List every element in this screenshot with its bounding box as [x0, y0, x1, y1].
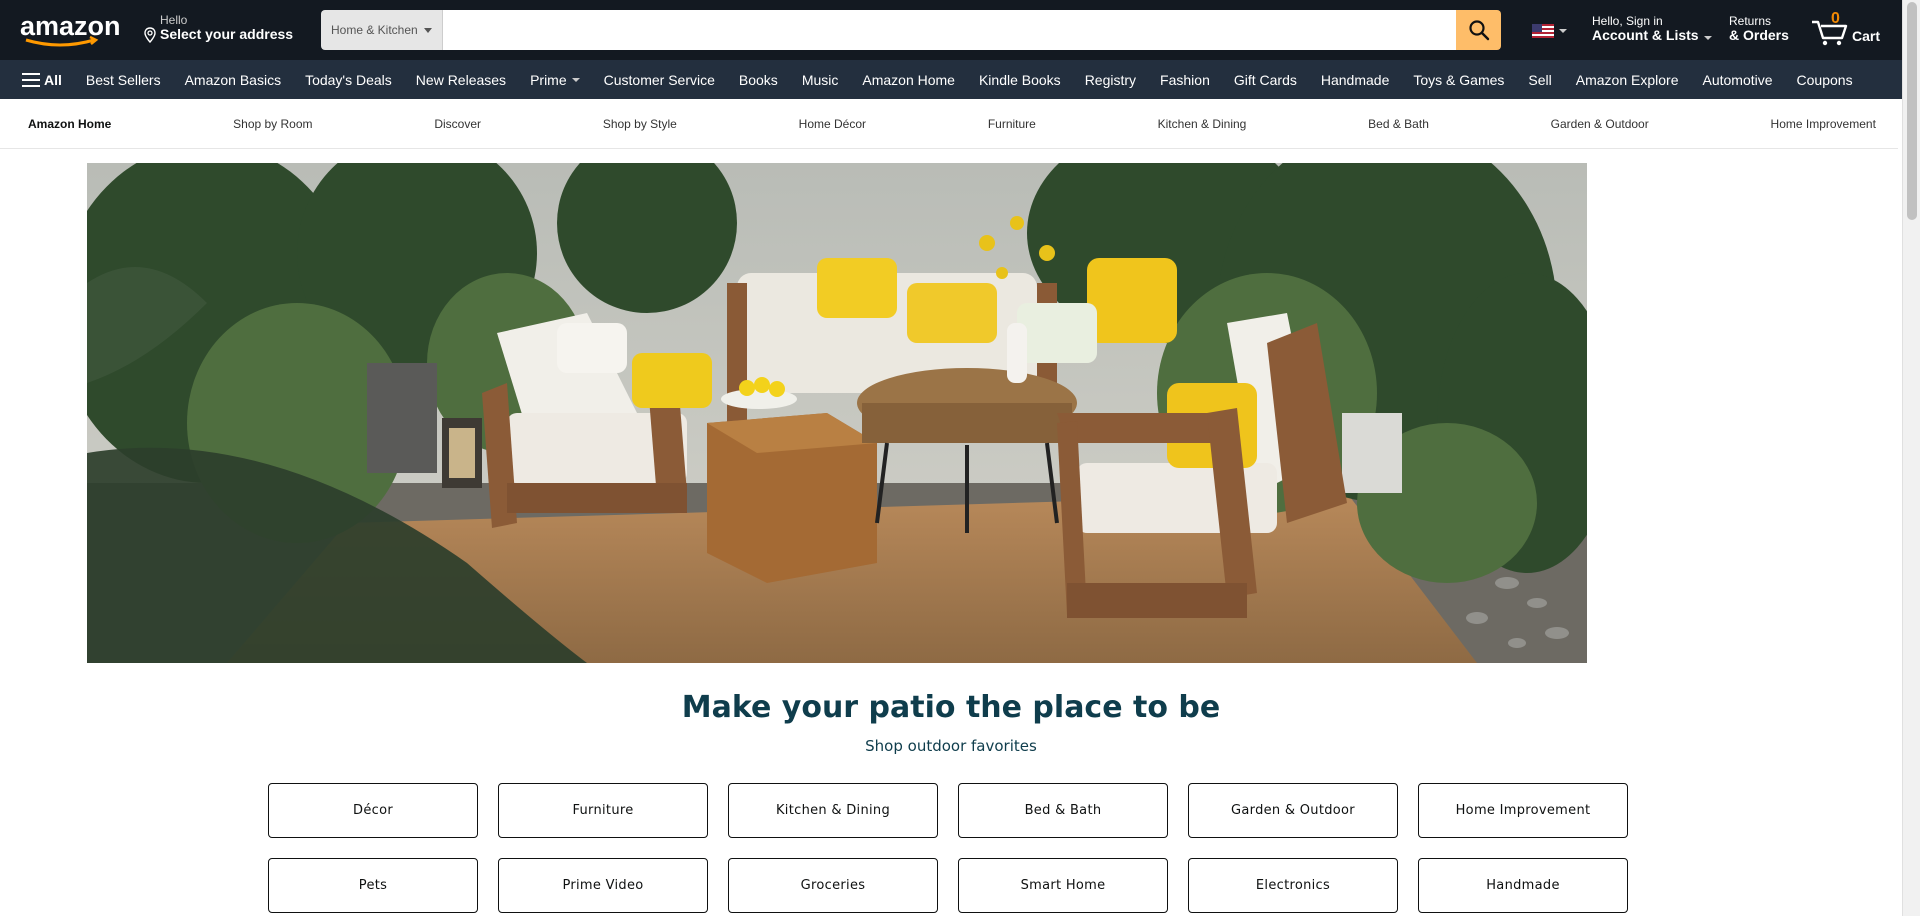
nav-item-gift-cards[interactable]: Gift Cards [1234, 72, 1297, 88]
nav-item-automotive[interactable]: Automotive [1702, 72, 1772, 88]
subnav-shop-by-style[interactable]: Shop by Style [603, 117, 677, 131]
subnav-kitchen-dining[interactable]: Kitchen & Dining [1158, 117, 1247, 131]
cart-count: 0 [1831, 10, 1840, 27]
nav-item-toys-games[interactable]: Toys & Games [1413, 72, 1504, 88]
subnav-home-decor[interactable]: Home Décor [799, 117, 866, 131]
page-scrollbar[interactable] [1902, 0, 1920, 916]
search-category-label: Home & Kitchen [331, 23, 418, 37]
nav-item-registry[interactable]: Registry [1085, 72, 1136, 88]
hamburger-menu-icon [22, 72, 40, 87]
deliver-to-address[interactable]: Hello Select your address [142, 13, 294, 44]
nav-item-amazon-explore[interactable]: Amazon Explore [1576, 72, 1679, 88]
nav-item-todays-deals[interactable]: Today's Deals [305, 72, 392, 88]
cart-button[interactable]: 0 Cart [1810, 10, 1880, 50]
hero-heading: Make your patio the place to be [681, 690, 1221, 725]
nav-item-fashion[interactable]: Fashion [1160, 72, 1210, 88]
subnav-furniture[interactable]: Furniture [988, 117, 1036, 131]
nav-item-kindle-books[interactable]: Kindle Books [979, 72, 1061, 88]
orders-label: & Orders [1729, 27, 1789, 44]
category-button-garden-outdoor[interactable]: Garden & Outdoor [1188, 783, 1398, 838]
all-menu-button[interactable]: All [22, 72, 62, 88]
category-button-grid: Décor Furniture Kitchen & Dining Bed & B… [268, 783, 1632, 913]
all-label: All [44, 71, 62, 88]
subnav-discover[interactable]: Discover [434, 117, 481, 131]
hero-patio-image[interactable] [87, 163, 1587, 663]
subnav-shop-by-room[interactable]: Shop by Room [233, 117, 312, 131]
search-input[interactable] [443, 10, 1456, 50]
nav-item-books[interactable]: Books [739, 72, 778, 88]
category-button-furniture[interactable]: Furniture [498, 783, 708, 838]
search-category-select[interactable]: Home & Kitchen [321, 10, 443, 50]
chevron-down-icon [1559, 29, 1567, 33]
amazon-home-page: amazon Hello Select your address Home & … [0, 0, 1920, 916]
category-button-handmade[interactable]: Handmade [1418, 858, 1628, 913]
deliver-hello-label: Hello [160, 13, 188, 27]
category-button-prime-video[interactable]: Prime Video [498, 858, 708, 913]
search-button[interactable] [1456, 10, 1501, 50]
category-button-smart-home[interactable]: Smart Home [958, 858, 1168, 913]
nav-item-prime-label: Prime [530, 71, 567, 88]
subnav-amazon-home[interactable]: Amazon Home [28, 117, 111, 131]
cart-label: Cart [1852, 28, 1881, 44]
top-navigation-bar: amazon Hello Select your address Home & … [0, 0, 1920, 60]
nav-item-customer-service[interactable]: Customer Service [604, 72, 715, 88]
returns-and-orders[interactable]: Returns & Orders [1729, 14, 1789, 44]
account-and-lists[interactable]: Hello, Sign in Account & Lists [1592, 14, 1712, 44]
category-button-bed-bath[interactable]: Bed & Bath [958, 783, 1168, 838]
account-lists-label: Account & Lists [1592, 27, 1699, 44]
nav-item-sell[interactable]: Sell [1528, 72, 1551, 88]
nav-item-handmade[interactable]: Handmade [1321, 72, 1390, 88]
amazon-logo[interactable]: amazon [20, 12, 120, 48]
cart-icon [1812, 20, 1848, 46]
nav-item-amazon-basics[interactable]: Amazon Basics [185, 72, 281, 88]
nav-item-new-releases[interactable]: New Releases [416, 72, 506, 88]
hero-subheading-link[interactable]: Shop outdoor favorites [0, 737, 1902, 755]
location-pin-icon [144, 27, 156, 44]
amazon-home-subnav: Amazon Home Shop by Room Discover Shop b… [0, 99, 1898, 149]
us-flag-icon [1532, 24, 1554, 38]
scrollbar-thumb[interactable] [1907, 2, 1917, 220]
nav-item-best-sellers[interactable]: Best Sellers [86, 72, 161, 88]
chevron-down-icon [423, 27, 432, 33]
category-button-pets[interactable]: Pets [268, 858, 478, 913]
nav-item-coupons[interactable]: Coupons [1797, 72, 1853, 88]
subnav-garden-outdoor[interactable]: Garden & Outdoor [1551, 117, 1649, 131]
category-button-electronics[interactable]: Electronics [1188, 858, 1398, 913]
deliver-address-label: Select your address [160, 26, 294, 43]
svg-text:amazon: amazon [20, 12, 120, 41]
category-button-kitchen-dining[interactable]: Kitchen & Dining [728, 783, 938, 838]
nav-item-music[interactable]: Music [802, 72, 839, 88]
category-button-decor[interactable]: Décor [268, 783, 478, 838]
search-bar: Home & Kitchen [321, 10, 1501, 50]
search-icon [1468, 20, 1489, 41]
main-menu-bar: All Best Sellers Amazon Basics Today's D… [0, 60, 1920, 99]
nav-item-amazon-home[interactable]: Amazon Home [862, 72, 955, 88]
subnav-bed-bath[interactable]: Bed & Bath [1368, 117, 1429, 131]
category-button-groceries[interactable]: Groceries [728, 858, 938, 913]
chevron-down-icon [571, 77, 580, 82]
category-button-home-improvement[interactable]: Home Improvement [1418, 783, 1628, 838]
chevron-down-icon [1703, 36, 1712, 41]
language-selector[interactable] [1532, 24, 1567, 38]
subnav-home-improvement[interactable]: Home Improvement [1771, 117, 1876, 131]
nav-item-prime[interactable]: Prime [530, 72, 580, 88]
